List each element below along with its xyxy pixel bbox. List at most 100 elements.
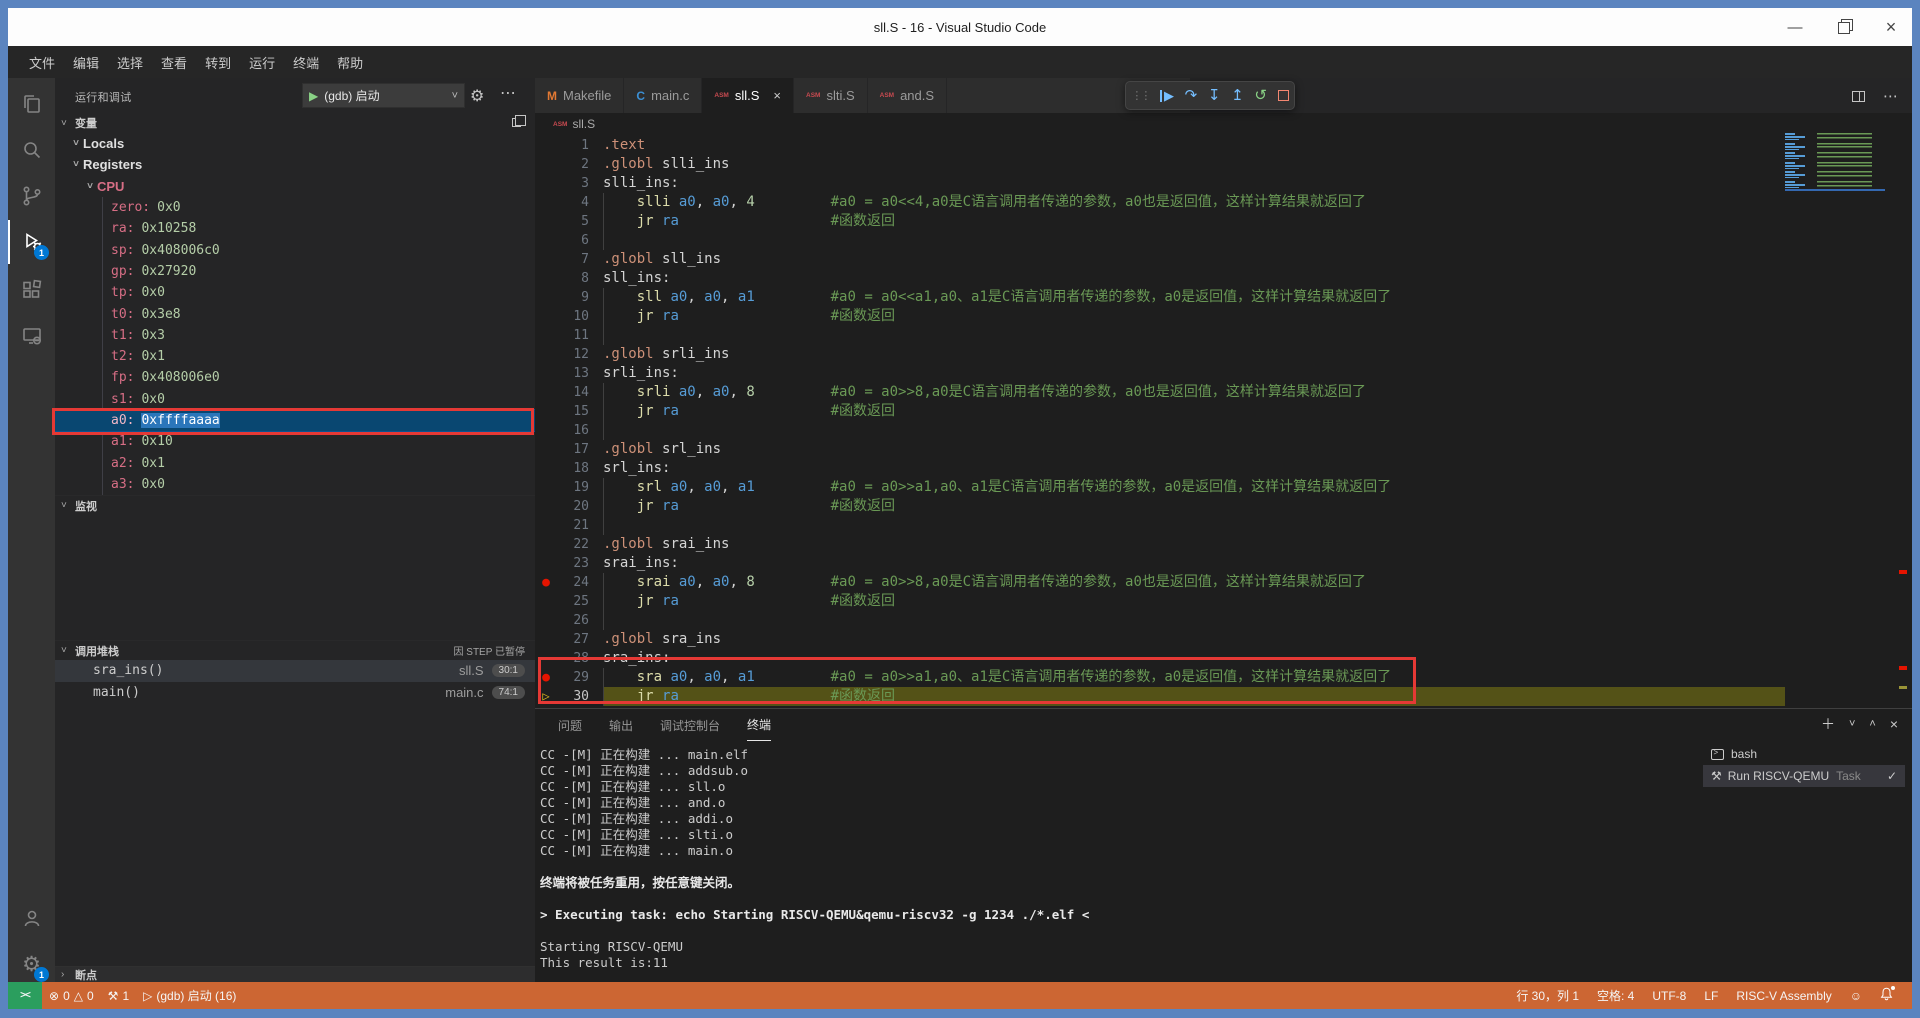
- panel-tab-1[interactable]: 输出: [609, 709, 633, 741]
- menu-item-3[interactable]: 查看: [152, 49, 196, 76]
- register-row-s1[interactable]: s1:0x0: [55, 389, 535, 410]
- register-row-a3[interactable]: a3:0x0: [55, 474, 535, 495]
- code-line-15[interactable]: 15 jr ra #函数返回: [535, 402, 1785, 421]
- code-line-27[interactable]: 27.globl sra_ins: [535, 630, 1785, 649]
- code-line-24[interactable]: ●24 srai a0, a0, 8 #a0 = a0>>8,a0是C语言调用者…: [535, 573, 1785, 592]
- close-tab-icon[interactable]: ×: [773, 88, 781, 103]
- code-line-16[interactable]: 16: [535, 421, 1785, 440]
- remote-indicator[interactable]: ><: [8, 982, 42, 1009]
- start-debug-icon[interactable]: ▶: [309, 89, 318, 103]
- language-mode[interactable]: RISC-V Assembly: [1727, 982, 1840, 1009]
- more-actions-icon[interactable]: ⋯: [1883, 87, 1898, 105]
- debug-status[interactable]: ▷ (gdb) 启动 (16): [136, 982, 243, 1009]
- register-row-a2[interactable]: a2:0x1: [55, 452, 535, 473]
- step-into-icon[interactable]: ↧: [1208, 88, 1221, 103]
- register-row-gp[interactable]: gp:0x27920: [55, 261, 535, 282]
- restore-icon[interactable]: [1834, 18, 1852, 36]
- callstack-section-header[interactable]: ˅ 调用堆栈 因 STEP 已暂停: [55, 640, 535, 660]
- code-line-13[interactable]: 13srli_ins:: [535, 364, 1785, 383]
- breakpoint-icon[interactable]: ●: [535, 668, 557, 687]
- code-line-22[interactable]: 22.globl srai_ins: [535, 535, 1785, 554]
- current-line-arrow-icon[interactable]: ▷: [535, 687, 557, 706]
- indentation-status[interactable]: 空格: 4: [1588, 982, 1643, 1009]
- code-line-9[interactable]: 9 sll a0, a0, a1 #a0 = a0<<a1,a0、a1是C语言调…: [535, 288, 1785, 307]
- more-actions-icon[interactable]: ⋯: [500, 83, 517, 103]
- problems-status[interactable]: ⊗ 0 △ 0: [42, 982, 101, 1009]
- code-line-6[interactable]: 6: [535, 231, 1785, 250]
- code-line-3[interactable]: 3slli_ins:: [535, 174, 1785, 193]
- code-line-10[interactable]: 10 jr ra #函数返回: [535, 307, 1785, 326]
- eol-status[interactable]: LF: [1695, 982, 1727, 1009]
- menu-item-5[interactable]: 运行: [240, 49, 284, 76]
- code-line-20[interactable]: 20 jr ra #函数返回: [535, 497, 1785, 516]
- register-row-zero[interactable]: zero:0x0: [55, 197, 535, 218]
- register-row-fp[interactable]: fp:0x408006e0: [55, 367, 535, 388]
- gear-icon[interactable]: ⚙: [470, 86, 484, 106]
- tab-and-S[interactable]: ASMand.S: [868, 78, 947, 113]
- code-line-14[interactable]: 14 srli a0, a0, 8 #a0 = a0>>8,a0是C语言调用者传…: [535, 383, 1785, 402]
- split-editor-icon[interactable]: [1852, 91, 1865, 102]
- activity-remote-explorer-icon[interactable]: [8, 314, 55, 358]
- minimize-icon[interactable]: —: [1786, 18, 1804, 36]
- debug-config-dropdown[interactable]: ▶ (gdb) 启动 ˅: [302, 83, 465, 108]
- tree-item-locals[interactable]: ˅Locals: [55, 133, 535, 154]
- register-row-a0[interactable]: a0:0xffffaaaa: [55, 410, 535, 431]
- breakpoints-section-header[interactable]: › 断点: [55, 966, 535, 982]
- stack-frame-0[interactable]: sra_ins()sll.S30:1: [55, 660, 535, 682]
- collapse-all-icon[interactable]: [512, 118, 521, 127]
- terminal-output[interactable]: CC -[M] 正在构建 ... main.elfCC -[M] 正在构建 ..…: [540, 747, 1700, 971]
- activity-source-control-icon[interactable]: [8, 174, 55, 218]
- continue-icon[interactable]: ▶: [1160, 88, 1174, 104]
- activity-run-and-debug-icon[interactable]: 1: [8, 220, 55, 264]
- code-line-21[interactable]: 21: [535, 516, 1785, 535]
- menu-item-1[interactable]: 编辑: [64, 49, 108, 76]
- register-row-t0[interactable]: t0:0x3e8: [55, 303, 535, 324]
- tasks-status[interactable]: ⚒ 1: [101, 982, 136, 1009]
- code-line-7[interactable]: 7.globl sll_ins: [535, 250, 1785, 269]
- code-line-17[interactable]: 17.globl srl_ins: [535, 440, 1785, 459]
- register-row-a1[interactable]: a1:0x10: [55, 431, 535, 452]
- register-row-t1[interactable]: t1:0x3: [55, 325, 535, 346]
- code-line-29[interactable]: ●29 sra a0, a0, a1 #a0 = a0>>a1,a0、a1是C语…: [535, 668, 1785, 687]
- tab-Makefile[interactable]: MMakefile: [535, 78, 624, 113]
- register-row-sp[interactable]: sp:0x408006c0: [55, 239, 535, 260]
- panel-tab-3[interactable]: 终端: [747, 709, 771, 741]
- minimap[interactable]: [1785, 131, 1890, 701]
- panel-tab-0[interactable]: 问题: [558, 709, 582, 741]
- menu-item-6[interactable]: 终端: [284, 49, 328, 76]
- code-line-1[interactable]: 1.text: [535, 136, 1785, 155]
- tab-slti-S[interactable]: ASMslti.S: [794, 78, 868, 113]
- menu-item-7[interactable]: 帮助: [328, 49, 372, 76]
- toolbar-drag-handle[interactable]: ⋮⋮: [1131, 89, 1149, 102]
- breadcrumb[interactable]: ASM sll.S: [535, 113, 1912, 135]
- code-line-23[interactable]: 23srai_ins:: [535, 554, 1785, 573]
- code-line-8[interactable]: 8sll_ins:: [535, 269, 1785, 288]
- code-line-18[interactable]: 18srl_ins:: [535, 459, 1785, 478]
- breadcrumb-file[interactable]: sll.S: [572, 117, 595, 131]
- code-line-30[interactable]: ▷30 jr ra #函数返回: [535, 687, 1785, 706]
- restart-icon[interactable]: ↺: [1254, 88, 1267, 103]
- notifications-bell-icon[interactable]: [1871, 982, 1902, 1009]
- terminal-list-item-1[interactable]: ⚒Run RISCV-QEMUTask✓: [1703, 765, 1905, 787]
- feedback-icon[interactable]: ☺: [1841, 982, 1871, 1009]
- stack-frame-1[interactable]: main()main.c74:1: [55, 682, 535, 704]
- register-row-ra[interactable]: ra:0x10258: [55, 218, 535, 239]
- new-terminal-icon[interactable]: ＋: [1821, 713, 1835, 735]
- activity-settings-gear-icon[interactable]: ⚙1: [8, 942, 55, 986]
- close-icon[interactable]: ×: [1882, 18, 1900, 36]
- tree-item-registers[interactable]: ˅Registers: [55, 154, 535, 175]
- watch-section-header[interactable]: ˅ 监视: [55, 495, 535, 515]
- code-line-2[interactable]: 2.globl slli_ins: [535, 155, 1785, 174]
- breakpoint-icon[interactable]: ●: [535, 573, 557, 592]
- code-line-4[interactable]: 4 slli a0, a0, 4 #a0 = a0<<4,a0是C语言调用者传递…: [535, 193, 1785, 212]
- maximize-panel-icon[interactable]: ˄: [1869, 713, 1875, 735]
- stop-icon[interactable]: [1278, 90, 1289, 101]
- register-row-t2[interactable]: t2:0x1: [55, 346, 535, 367]
- menu-item-2[interactable]: 选择: [108, 49, 152, 76]
- tree-item-cpu[interactable]: ˅CPU: [55, 176, 535, 197]
- code-line-28[interactable]: 28sra_ins:: [535, 649, 1785, 668]
- tab-main-c[interactable]: Cmain.c: [624, 78, 702, 113]
- code-line-11[interactable]: 11: [535, 326, 1785, 345]
- activity-explorer-icon[interactable]: [8, 82, 55, 126]
- cursor-position[interactable]: 行 30，列 1: [1507, 982, 1588, 1009]
